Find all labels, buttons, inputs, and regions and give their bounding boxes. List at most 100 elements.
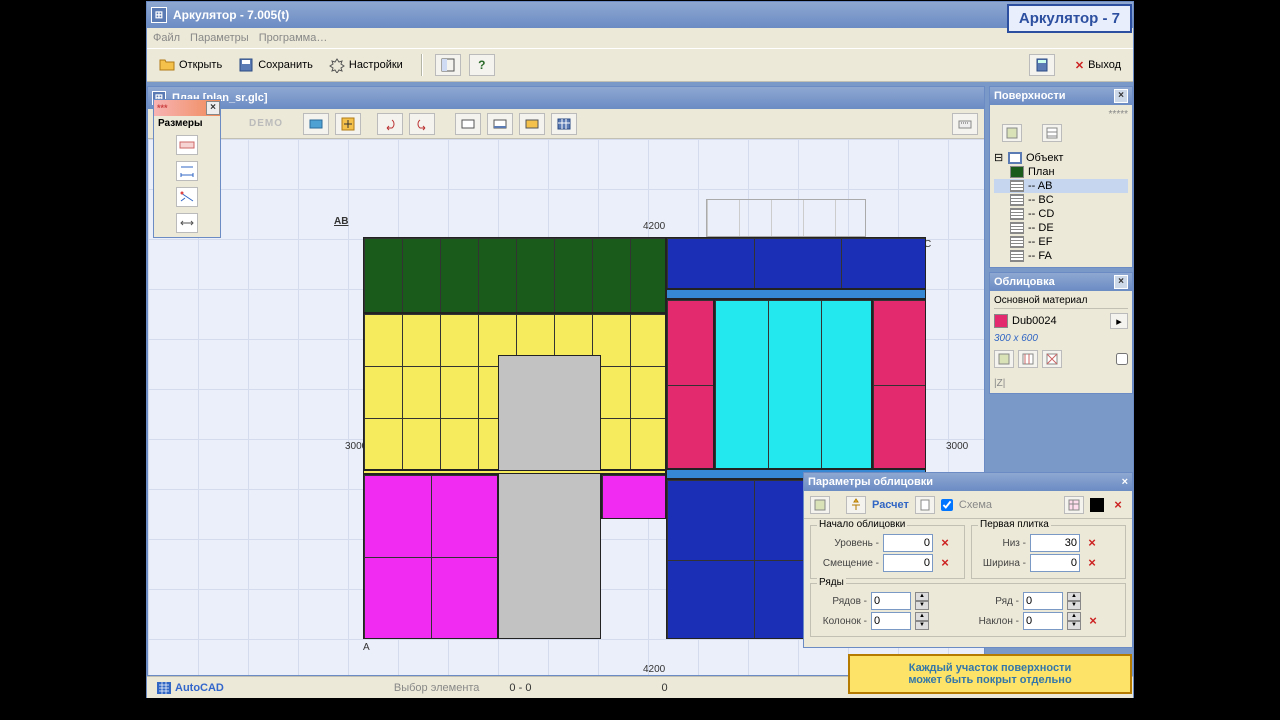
help-icon[interactable]: ? <box>469 54 495 76</box>
tilt-spinner[interactable]: ▲▼ <box>1067 612 1081 630</box>
row-input[interactable] <box>1023 592 1063 610</box>
tile-crimson-left[interactable] <box>666 299 714 469</box>
hint-tooltip: Каждый участок поверхности может быть по… <box>848 654 1132 694</box>
params-close[interactable]: × <box>1122 476 1128 488</box>
facing-checkbox[interactable] <box>1116 353 1128 365</box>
surfaces-close[interactable]: × <box>1114 89 1128 103</box>
size-tool-1[interactable] <box>176 135 198 155</box>
params-calc-label[interactable]: Расчет <box>872 499 909 511</box>
selection-outline <box>706 199 866 237</box>
rect2-icon[interactable] <box>487 113 513 135</box>
bottom-clear[interactable]: × <box>1084 535 1100 551</box>
params-grid-icon[interactable] <box>1064 496 1084 514</box>
start-fieldset: Начало облицовки Уровень -× Смещение -× <box>810 525 965 579</box>
main-toolbar: Открыть Сохранить Настройки ? ✕Выход <box>147 48 1133 82</box>
label-ab: AB <box>334 216 348 227</box>
material-browse[interactable]: ▸ <box>1110 313 1128 329</box>
scheme-checkbox[interactable] <box>941 499 953 511</box>
mdi-area: ⊞ План [plan_sr.glc] DEMO AB 42 <box>147 82 1133 676</box>
save-button[interactable]: Сохранить <box>232 54 319 76</box>
tile-strip1[interactable] <box>666 289 926 299</box>
open-button[interactable]: Открыть <box>153 54 228 76</box>
tree-cd[interactable]: -- CD <box>994 207 1128 221</box>
tile-ystrip[interactable] <box>363 470 666 474</box>
autocad-link[interactable]: AutoCAD <box>157 682 224 694</box>
material-label: Основной материал <box>994 295 1128 309</box>
tile-cyan[interactable] <box>714 299 872 469</box>
tree-ef[interactable]: -- EF <box>994 235 1128 249</box>
params-color[interactable] <box>1090 498 1104 512</box>
tile-magenta-small[interactable] <box>601 474 666 519</box>
keyboard-icon[interactable] <box>952 113 978 135</box>
view-icon[interactable] <box>303 113 329 135</box>
bottom-input[interactable] <box>1030 534 1080 552</box>
app-window: ⊞ Аркулятор - 7.005(t) ─ ▢ ✕ Файл Параме… <box>146 1 1134 698</box>
window-title: Аркулятор - 7.005(t) <box>173 8 289 22</box>
tile-blue-top[interactable] <box>666 237 926 289</box>
undo-icon[interactable] <box>377 113 403 135</box>
offset-input[interactable] <box>883 554 933 572</box>
menu-params[interactable]: Параметры <box>190 32 249 44</box>
tile-magenta-left[interactable] <box>363 474 498 639</box>
params-calc-icon[interactable] <box>846 496 866 514</box>
menu-program[interactable]: Программа… <box>259 32 328 44</box>
titlebar: ⊞ Аркулятор - 7.005(t) ─ ▢ ✕ <box>147 2 1133 28</box>
params-title: Параметры облицовки <box>808 476 933 488</box>
tile-green[interactable] <box>363 237 666 313</box>
tree-root[interactable]: ⊟Объект <box>994 150 1128 165</box>
redo-icon[interactable] <box>409 113 435 135</box>
surfaces-panel: Поверхности× ***** ⊟Объект План -- AB --… <box>989 86 1133 268</box>
rows-input[interactable] <box>871 592 911 610</box>
facing-close[interactable]: × <box>1114 275 1128 289</box>
surface-tool-1[interactable] <box>1002 124 1022 142</box>
width-input[interactable] <box>1030 554 1080 572</box>
size-tool-3[interactable] <box>176 187 198 207</box>
plan-toolbar: DEMO <box>148 109 984 139</box>
tree-ab[interactable]: -- AB <box>994 179 1128 193</box>
level-input[interactable] <box>883 534 933 552</box>
settings-button[interactable]: Настройки <box>323 54 409 76</box>
rect1-icon[interactable] <box>455 113 481 135</box>
sizes-title: ***× <box>154 100 220 116</box>
params-clip-icon[interactable] <box>915 496 935 514</box>
sizes-close-icon[interactable]: × <box>206 101 220 115</box>
dim-bottom: 4200 <box>643 664 665 675</box>
exit-button[interactable]: ✕Выход <box>1069 54 1127 76</box>
size-tool-2[interactable] <box>176 161 198 181</box>
tree-de[interactable]: -- DE <box>994 221 1128 235</box>
params-dialog: Параметры облицовки × Расчет Схема × Нача… <box>803 472 1133 648</box>
width-clear[interactable]: × <box>1084 555 1100 571</box>
row-spinner[interactable]: ▲▼ <box>1067 592 1081 610</box>
tree-plan[interactable]: План <box>994 165 1128 179</box>
plan-titlebar: ⊞ План [plan_sr.glc] <box>148 87 984 109</box>
scheme-label: Схема <box>959 499 992 511</box>
tilt-input[interactable] <box>1023 612 1063 630</box>
tilt-clear[interactable]: × <box>1085 613 1101 629</box>
tile-crimson-right[interactable] <box>872 299 926 469</box>
cols-input[interactable] <box>871 612 911 630</box>
params-clear[interactable]: × <box>1110 497 1126 513</box>
layout-icon[interactable] <box>435 54 461 76</box>
cols-spinner[interactable]: ▲▼ <box>915 612 929 630</box>
rows-fieldset: Ряды Рядов -▲▼ Колонок -▲▼ Ряд -▲▼ Накло… <box>810 583 1126 637</box>
params-tool-1[interactable] <box>810 496 830 514</box>
facing-tool-3[interactable] <box>1042 350 1062 368</box>
move-icon[interactable] <box>335 113 361 135</box>
calculator-icon[interactable] <box>1029 54 1055 76</box>
surface-tool-2[interactable] <box>1042 124 1062 142</box>
tree-fa[interactable]: -- FA <box>994 249 1128 263</box>
grid-icon[interactable] <box>551 113 577 135</box>
rect3-icon[interactable] <box>519 113 545 135</box>
tile-gray <box>498 355 601 639</box>
facing-tool-1[interactable] <box>994 350 1014 368</box>
size-tool-4[interactable] <box>176 213 198 233</box>
menu-file[interactable]: Файл <box>153 32 180 44</box>
rows-spinner[interactable]: ▲▼ <box>915 592 929 610</box>
tree-bc[interactable]: -- BC <box>994 193 1128 207</box>
offset-clear[interactable]: × <box>937 555 953 571</box>
level-clear[interactable]: × <box>937 535 953 551</box>
status-coord1: 0 - 0 <box>509 682 531 694</box>
facing-tool-2[interactable] <box>1018 350 1038 368</box>
app-icon: ⊞ <box>151 7 167 23</box>
sizes-label: Размеры <box>154 116 220 131</box>
